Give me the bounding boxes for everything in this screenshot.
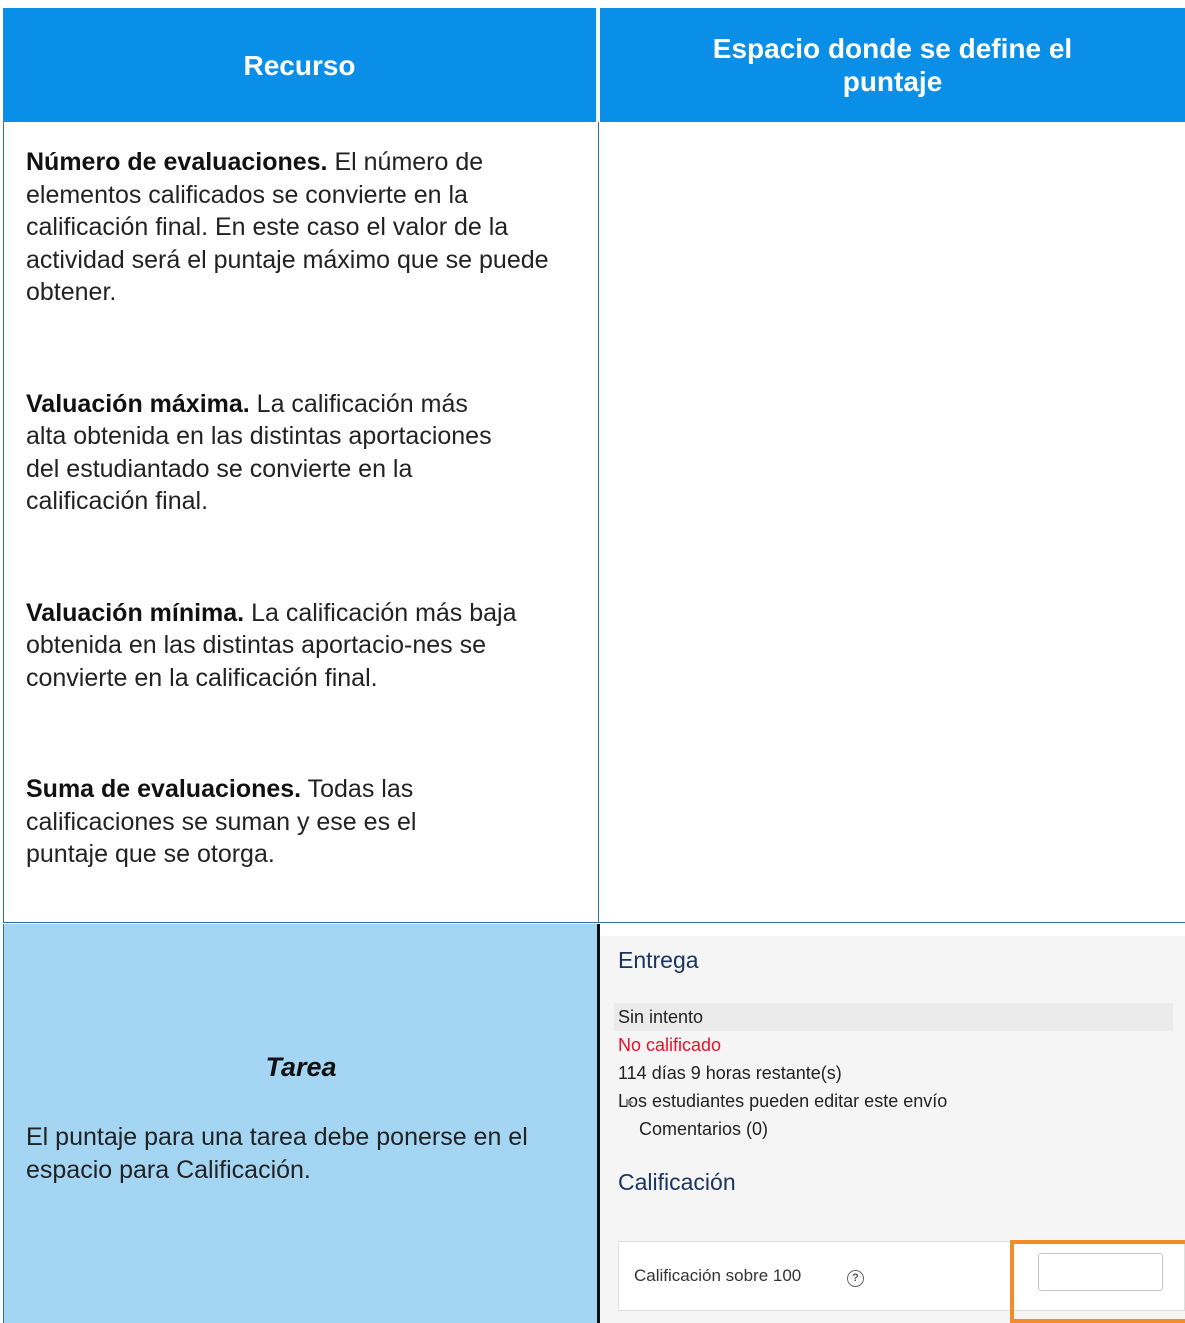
submission-status: Sin intento [618, 1007, 704, 1027]
method-suma-evaluaciones: Suma de evaluaciones. Todas las califica… [26, 773, 486, 871]
methods-cell: Número de evaluaciones. El número de ele… [4, 122, 599, 922]
header-recurso-label: Recurso [243, 49, 356, 81]
method-valuacion-maxima: Valuación máxima. La calificación más al… [26, 388, 496, 518]
moodle-grading-screenshot: Entrega Sin intento No calificado 114 dí… [600, 936, 1185, 1323]
tarea-title: Tarea [265, 1052, 337, 1082]
header-espacio-label: Espacio donde se define el puntaje [712, 33, 1073, 97]
edit-permission-note: Los estudiantes pueden editar este envío [618, 1091, 948, 1111]
tarea-description: El puntaje para una tarea debe ponerse e… [26, 1123, 528, 1184]
section-calificacion-title: Calificación [618, 1169, 736, 1195]
header-recurso: Recurso [3, 8, 598, 122]
header-espacio: Espacio donde se define el puntaje [600, 8, 1185, 122]
scoring-table: Recurso Espacio donde se define el punta… [3, 8, 1185, 1323]
row-evaluation-methods: Número de evaluaciones. El número de ele… [3, 122, 1185, 923]
tarea-cell: Tarea El puntaje para una tarea debe pon… [3, 924, 597, 1323]
caret-right-icon[interactable]: ▶ [626, 1097, 634, 1108]
method-title: Valuación máxima. [26, 389, 250, 418]
method-numero-evaluaciones: Número de evaluaciones. El número de ele… [26, 146, 574, 309]
method-title: Número de evaluaciones. [26, 148, 328, 176]
help-icon[interactable]: ? [847, 1270, 864, 1287]
method-valuacion-minima: Valuación mínima. La calificación más ba… [26, 597, 566, 695]
comments-link[interactable]: Comentarios (0) [639, 1118, 768, 1140]
grade-label: Calificación sobre 100 [634, 1266, 802, 1285]
method-title: Valuación mínima. [26, 598, 245, 627]
time-remaining: 114 días 9 horas restante(s) [618, 1063, 842, 1083]
grading-status: No calificado [618, 1035, 722, 1055]
section-entrega-title: Entrega [618, 947, 699, 973]
grade-input[interactable] [1038, 1253, 1163, 1291]
empty-cell [600, 122, 1185, 922]
method-title: Suma de evaluaciones. [26, 775, 302, 803]
row-tarea: Tarea El puntaje para una tarea debe pon… [3, 924, 1185, 1323]
